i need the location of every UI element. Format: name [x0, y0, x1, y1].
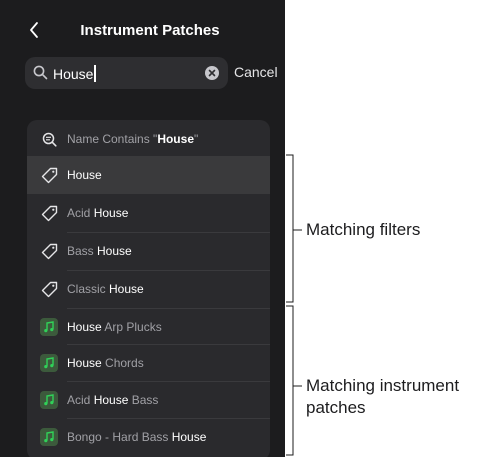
label-text: Bongo - Hard Bass — [67, 430, 172, 444]
label-match: House — [67, 320, 102, 334]
label-match: House — [109, 282, 144, 296]
header: Instrument Patches — [0, 0, 285, 56]
result-label: Name Contains "House" — [67, 132, 198, 146]
label-match: House — [171, 430, 207, 444]
label-text: " — [194, 132, 199, 146]
filter-item[interactable]: Bass House — [27, 232, 270, 270]
result-label: Classic House — [67, 282, 144, 296]
patches-bracket — [286, 305, 294, 456]
result-label: House — [67, 168, 102, 182]
label-text: Bass — [128, 393, 159, 407]
filter-item[interactable]: House — [27, 156, 270, 194]
tag-icon — [40, 166, 58, 184]
filters-annotation: Matching filters — [306, 220, 421, 239]
row-divider — [67, 270, 270, 271]
label-match: House — [67, 168, 102, 182]
label-text: Name Contains " — [67, 132, 158, 146]
patches-annotation-line1: Matching instrument — [306, 376, 460, 395]
cancel-button[interactable]: Cancel — [234, 64, 278, 80]
result-label: Bongo - Hard Bass House — [67, 430, 206, 444]
patches-annotation: Matching instrument patches — [306, 375, 499, 419]
tag-icon — [40, 242, 58, 260]
label-match: House — [67, 356, 102, 370]
tag-icon — [40, 204, 58, 222]
patches-annotation-line2: patches — [306, 398, 366, 417]
patch-item[interactable]: House Chords — [27, 344, 270, 382]
result-label: Bass House — [67, 244, 132, 258]
filter-item[interactable]: Classic House — [27, 270, 270, 308]
row-divider — [67, 381, 270, 382]
label-match: House — [93, 393, 129, 407]
label-match: House — [93, 206, 129, 220]
search-text-icon — [40, 130, 58, 148]
label-text: Classic — [67, 282, 110, 296]
patch-item[interactable]: House Arp Plucks — [27, 308, 270, 346]
result-label: Acid House — [67, 206, 128, 220]
music-note-icon — [40, 354, 58, 372]
search-input[interactable]: House — [53, 65, 96, 82]
label-text: Chords — [101, 356, 144, 370]
patch-item[interactable]: Acid House Bass — [27, 381, 270, 419]
music-note-icon — [40, 428, 58, 446]
clear-search-button[interactable] — [205, 66, 219, 80]
search-icon — [33, 65, 48, 80]
label-text: Acid — [67, 393, 94, 407]
tag-icon — [40, 280, 58, 298]
instrument-patches-panel: Instrument Patches House Cancel Name Con… — [0, 0, 285, 457]
result-label: House Chords — [67, 356, 144, 370]
row-divider — [67, 308, 270, 309]
label-text: Acid — [67, 206, 94, 220]
label-text: Bass — [67, 244, 98, 258]
music-note-icon — [40, 391, 58, 409]
filter-item[interactable]: Acid House — [27, 194, 270, 232]
filters-bracket — [286, 154, 294, 303]
name-contains-query[interactable]: Name Contains "House" — [27, 120, 270, 158]
clear-circle-icon — [208, 69, 216, 77]
label-text: Arp Plucks — [101, 320, 162, 334]
result-label: Acid House Bass — [67, 393, 158, 407]
patch-item[interactable]: Bongo - Hard Bass House — [27, 418, 270, 456]
search-value: House — [53, 66, 94, 82]
label-match: House — [97, 244, 132, 258]
results-list: Name Contains "House" House Acid House Bass… — [27, 120, 270, 457]
label-match: House — [157, 132, 194, 146]
row-divider — [67, 232, 270, 233]
row-divider — [67, 418, 270, 419]
page-title: Instrument Patches — [80, 22, 220, 39]
music-note-icon — [40, 318, 58, 336]
search-field[interactable]: House — [25, 57, 228, 89]
result-label: House Arp Plucks — [67, 320, 162, 334]
row-divider — [67, 344, 270, 345]
text-caret — [94, 65, 96, 82]
